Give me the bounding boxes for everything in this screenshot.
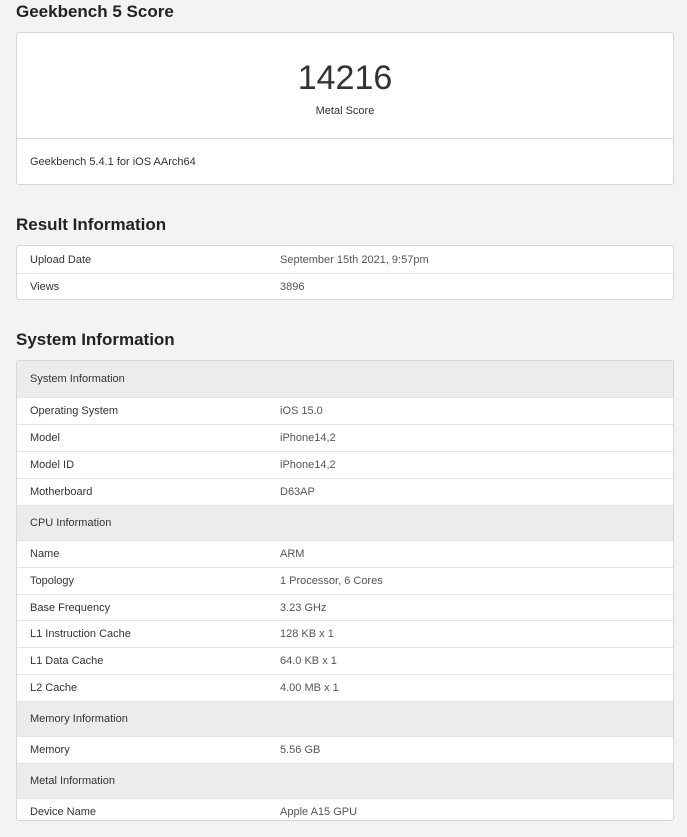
- row-key: Views: [30, 280, 60, 293]
- row-key: Motherboard: [30, 486, 93, 498]
- row-value: 5.56 GB: [280, 744, 321, 756]
- row-value: D63AP: [280, 486, 315, 498]
- row-value: iPhone14,2: [280, 432, 336, 444]
- system-section-title: System Information: [16, 330, 175, 349]
- table-row: L1 Data Cache 64.0 KB x 1: [17, 647, 673, 674]
- table-row: Device Name Apple A15 GPU: [17, 798, 673, 820]
- table-row: Name ARM: [17, 540, 673, 567]
- row-value: iOS 15.0: [280, 405, 323, 417]
- table-row: Views 3896: [17, 273, 673, 299]
- row-key: Device Name: [30, 806, 97, 818]
- score-panel: 14216 Metal Score: [17, 33, 673, 139]
- table-row: Model ID iPhone14,2: [17, 451, 673, 478]
- system-info-table: System Information Operating System iOS 1…: [16, 360, 674, 821]
- row-value: 128 KB x 1: [280, 628, 334, 640]
- group-heading-metal: Metal Information: [17, 763, 673, 798]
- row-key: Upload Date: [30, 253, 92, 266]
- row-value: iPhone14,2: [280, 459, 336, 471]
- table-row: Motherboard D63AP: [17, 478, 673, 505]
- row-key: L1 Instruction Cache: [30, 628, 131, 640]
- version-info: Geekbench 5.4.1 for iOS AArch64: [30, 155, 196, 168]
- row-key: Memory: [30, 744, 70, 756]
- row-value: 3896: [280, 280, 305, 293]
- score-section-title: Geekbench 5 Score: [16, 2, 174, 21]
- group-heading-system: System Information: [17, 361, 673, 397]
- result-section-title: Result Information: [16, 215, 167, 234]
- row-value: 3.23 GHz: [280, 601, 327, 614]
- row-key: Base Frequency: [30, 601, 111, 614]
- row-key: Model ID: [30, 459, 75, 471]
- metal-score-label: Metal Score: [315, 105, 375, 117]
- row-value: September 15th 2021, 9:57pm: [280, 253, 429, 266]
- table-row: L2 Cache 4.00 MB x 1: [17, 674, 673, 701]
- table-row: Topology 1 Processor, 6 Cores: [17, 567, 673, 594]
- table-row: Upload Date September 15th 2021, 9:57pm: [17, 246, 673, 273]
- row-key: Operating System: [30, 405, 119, 417]
- row-value: 1 Processor, 6 Cores: [280, 575, 383, 587]
- row-value: Apple A15 GPU: [280, 806, 358, 818]
- table-row: L1 Instruction Cache 128 KB x 1: [17, 620, 673, 647]
- group-heading-cpu: CPU Information: [17, 505, 673, 540]
- row-value: ARM: [280, 548, 305, 560]
- row-key: Name: [30, 548, 60, 560]
- table-row: Model iPhone14,2: [17, 424, 673, 451]
- row-key: L1 Data Cache: [30, 655, 104, 667]
- table-row: Base Frequency 3.23 GHz: [17, 594, 673, 620]
- row-key: Model: [30, 432, 60, 444]
- row-value: 4.00 MB x 1: [280, 682, 339, 694]
- table-row: Memory 5.56 GB: [17, 736, 673, 763]
- score-card: 14216 Metal Score Geekbench 5.4.1 for iO…: [16, 32, 674, 185]
- row-key: L2 Cache: [30, 682, 78, 694]
- metal-score-value: 14216: [297, 59, 393, 97]
- result-info-table: Upload Date September 15th 2021, 9:57pm …: [16, 245, 674, 300]
- row-key: Topology: [30, 575, 75, 587]
- table-row: Operating System iOS 15.0: [17, 397, 673, 424]
- group-heading-memory: Memory Information: [17, 701, 673, 736]
- row-value: 64.0 KB x 1: [280, 655, 337, 667]
